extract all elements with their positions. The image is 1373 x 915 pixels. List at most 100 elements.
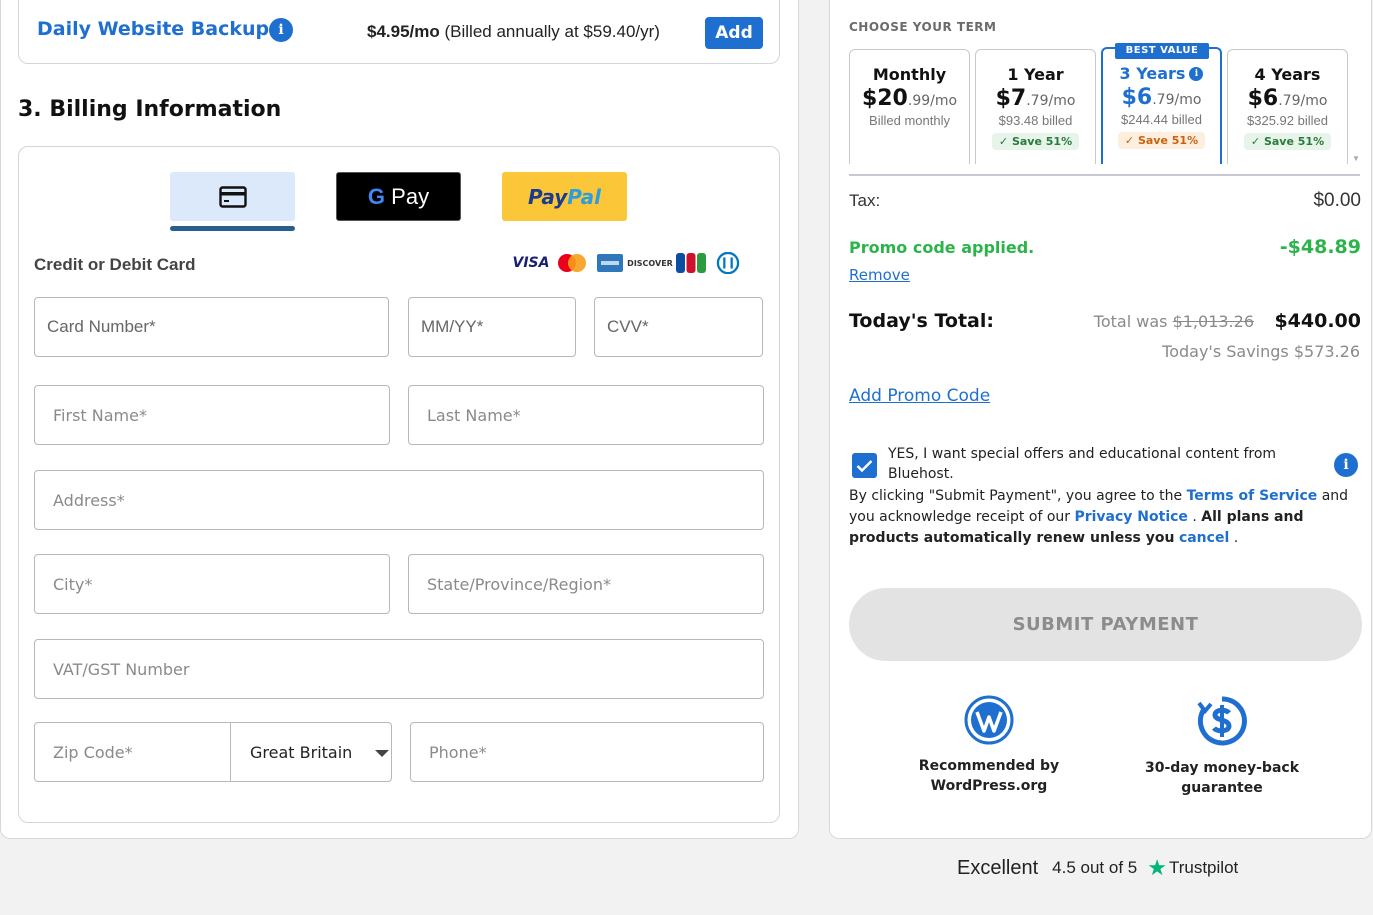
add-backup-button[interactable]: Add [705, 17, 763, 49]
city-input[interactable] [35, 555, 389, 613]
amex-icon [597, 254, 623, 272]
total-values: Total was $1,013.26 $440.00 [1094, 310, 1361, 332]
total-was-prefix: Total was [1093, 312, 1168, 331]
term-price: $6.79/mo [1103, 85, 1220, 110]
term-billed: Billed monthly [869, 113, 950, 128]
last-name-input[interactable] [409, 386, 763, 444]
last-name-field[interactable] [408, 385, 764, 445]
trustpilot-score: 4.5 out of 5 [1052, 858, 1138, 877]
checkmark-icon [856, 459, 873, 472]
money-back-text-line2: guarantee [1181, 780, 1263, 796]
term-price-cents: .79 [1152, 92, 1175, 108]
save-badge: ✓ Save 51% [1243, 133, 1332, 150]
city-field[interactable] [34, 554, 390, 614]
card-section-label: Credit or Debit Card [34, 255, 196, 274]
info-icon[interactable]: i [269, 18, 293, 42]
term-price: $6.79/mo [1228, 86, 1347, 111]
optin-checkbox[interactable] [852, 453, 877, 478]
expiry-field[interactable] [408, 297, 576, 357]
zip-country-field: Great Britain [34, 722, 392, 782]
trustpilot-excellent: Excellent [957, 856, 1039, 879]
vat-field[interactable] [34, 639, 764, 699]
term-option-3-years[interactable]: BEST VALUE 3 Years i $6.79/mo $244.44 bi… [1101, 43, 1222, 164]
backup-price: $4.95/mo (Billed annually at $59.40/yr) [367, 22, 660, 42]
promo-value: -$48.89 [1279, 236, 1361, 258]
tab-credit-card[interactable] [170, 172, 295, 221]
daily-backup-addon: Daily Website Backup i $4.95/mo (Billed … [18, 0, 780, 64]
terms-of-service-link[interactable]: Terms of Service [1187, 488, 1318, 504]
google-g-icon: G [367, 183, 386, 209]
jcb-icon [676, 253, 706, 273]
term-price-per: /mo [1048, 93, 1076, 109]
phone-field[interactable] [410, 722, 764, 782]
term-price: $7.79/mo [976, 86, 1095, 111]
paypal-logo: PayPal [528, 185, 601, 209]
card-number-field[interactable] [34, 297, 389, 357]
country-value: Great Britain [250, 742, 353, 762]
cancel-link[interactable]: cancel [1179, 530, 1229, 546]
visa-icon: VISA [512, 255, 550, 271]
money-back-text: 30-day money-back guarantee [1122, 758, 1322, 798]
save-badge-text: Save 51% [1011, 135, 1073, 148]
address-input[interactable] [35, 471, 763, 529]
first-name-field[interactable] [34, 385, 390, 445]
tab-google-pay[interactable]: G Pay [336, 172, 461, 221]
term-price-cents: .99 [907, 93, 931, 109]
wordpress-icon [964, 695, 1014, 745]
cvv-input[interactable] [595, 298, 762, 356]
gpay-label: Pay [391, 183, 430, 209]
scroll-down-icon[interactable]: ▼ [1352, 154, 1360, 163]
checkout-page: Daily Website Backup i $4.95/mo (Billed … [0, 0, 1373, 915]
tab-paypal[interactable]: PayPal [502, 172, 627, 221]
cvv-field[interactable] [594, 297, 763, 357]
first-name-input[interactable] [35, 386, 389, 444]
submit-payment-button[interactable]: SUBMIT PAYMENT [849, 588, 1362, 661]
term-price-per: /mo [1174, 92, 1202, 108]
credit-card-icon [218, 185, 247, 208]
money-back-guarantee: 30-day money-back guarantee [1122, 695, 1322, 798]
total-was-value: $1,013.26 [1172, 312, 1254, 331]
trustpilot-brand: Trustpilot [1168, 858, 1239, 877]
expiry-input[interactable] [409, 298, 575, 356]
remove-promo-link[interactable]: Remove [849, 266, 910, 284]
tax-row: Tax: $0.00 [849, 190, 1361, 212]
save-badge-text: Save 51% [1137, 134, 1199, 147]
wordpress-recommendation: Recommended by WordPress.org [889, 695, 1089, 796]
billing-column: Daily Website Backup i $4.95/mo (Billed … [0, 0, 799, 839]
money-back-icon [1197, 696, 1247, 746]
add-promo-code-link[interactable]: Add Promo Code [849, 386, 990, 406]
promo-row: Promo code applied. -$48.89 [849, 236, 1361, 258]
phone-input[interactable] [411, 723, 763, 781]
star-icon: ★ [1147, 855, 1167, 880]
country-select[interactable]: Great Britain [230, 723, 408, 781]
address-field[interactable] [34, 470, 764, 530]
card-number-input[interactable] [35, 298, 388, 356]
term-option-4-years[interactable]: 4 Years $6.79/mo $325.92 billed ✓ Save 5… [1227, 49, 1348, 164]
backup-price-value: $4.95/mo [367, 22, 440, 41]
vat-input[interactable] [35, 640, 763, 698]
term-price-cents: .79 [1026, 93, 1049, 109]
paypal-logo-part2: Pal [567, 184, 602, 209]
term-price-dollars: $7 [995, 86, 1027, 111]
info-icon[interactable]: i [1334, 453, 1358, 477]
check-icon: ✓ [1124, 134, 1138, 147]
selected-tab-indicator [170, 226, 295, 231]
term-price-dollars: $6 [1121, 85, 1153, 110]
term-option-monthly[interactable]: Monthly $20.99/mo Billed monthly [849, 49, 970, 164]
trustpilot-rating[interactable]: Excellent 4.5 out of 5 ★ Trustpilot [957, 855, 1238, 881]
term-option-1-year[interactable]: 1 Year $7.79/mo $93.48 billed ✓ Save 51% [975, 49, 1096, 164]
info-icon[interactable]: i [1189, 66, 1204, 81]
state-field[interactable] [408, 554, 764, 614]
wordpress-text-line1: Recommended by [918, 758, 1060, 774]
state-input[interactable] [409, 555, 763, 613]
legal-text-part: . [1187, 509, 1202, 525]
zip-input[interactable] [35, 723, 230, 781]
paypal-logo-part1: Pay [527, 184, 568, 209]
best-value-badge: BEST VALUE [1115, 43, 1209, 59]
diners-club-icon [716, 252, 740, 274]
term-divider [849, 174, 1360, 176]
mastercard-icon [558, 254, 586, 272]
total-value: $440.00 [1274, 310, 1361, 332]
privacy-notice-link[interactable]: Privacy Notice [1074, 509, 1187, 525]
promo-label: Promo code applied. [849, 238, 1035, 257]
